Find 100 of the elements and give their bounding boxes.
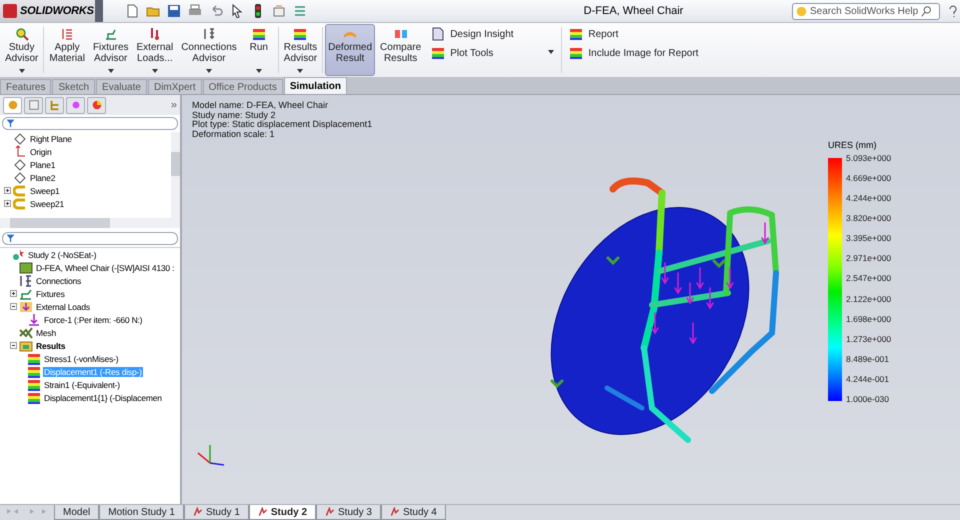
display-tab[interactable]: [87, 96, 106, 114]
graphics-viewport[interactable]: [182, 95, 960, 504]
scrollbar[interactable]: [0, 218, 180, 228]
force-arrow-icon: [27, 312, 41, 326]
search-icon: [921, 6, 932, 16]
document-icon: [431, 27, 446, 41]
tree-item[interactable]: Plane1: [29, 160, 56, 170]
tree-item[interactable]: Force-1 (:Per item: -660 N:): [43, 314, 144, 324]
legend-label: 8.489e-001: [846, 354, 890, 364]
legend-title: URES (mm): [828, 140, 878, 150]
c-shape-icon: [13, 196, 27, 210]
tree-item[interactable]: Stress1 (-vonMises-): [43, 354, 120, 364]
ribbon-button[interactable]: Include Image for Report: [568, 45, 700, 61]
tree-item[interactable]: Displacement1{1} (-Displacemen: [43, 392, 163, 402]
expand-panel-button[interactable]: »: [170, 99, 177, 111]
ribbon-button[interactable]: Design Insight: [430, 26, 556, 42]
command-tab[interactable]: Evaluate: [96, 79, 147, 94]
filter-field[interactable]: [2, 117, 178, 130]
list-icon: [60, 27, 74, 41]
print-icon: [188, 4, 202, 18]
connector-icon: [202, 27, 216, 41]
plot-info-text: Plot type: Static displacement Displacement1: [192, 120, 372, 130]
ribbon-button[interactable]: Compare Results: [377, 24, 424, 76]
legend-label: 3.395e+000: [846, 233, 892, 244]
report-icon: [569, 46, 584, 60]
tree-item[interactable]: Mesh: [35, 328, 57, 338]
command-tab[interactable]: Features: [0, 79, 52, 94]
study-icon: [11, 248, 25, 262]
tree-item[interactable]: Results: [35, 340, 66, 350]
tree-item[interactable]: Plane2: [29, 172, 56, 182]
filter-icon: [6, 119, 15, 128]
compare-icon: [394, 27, 408, 41]
tree-item[interactable]: D-FEA, Wheel Chair (-[SW]AISI 4130 :: [35, 262, 176, 272]
collapse-icon[interactable]: [10, 303, 17, 310]
command-tab[interactable]: DimXpert: [148, 79, 202, 94]
feature-manager-tab[interactable]: [3, 96, 22, 114]
command-tab[interactable]: Office Products: [202, 79, 283, 94]
study-icon: [325, 507, 336, 517]
search-field[interactable]: Search SolidWorks Help: [792, 2, 940, 20]
ribbon-button[interactable]: Connections Advisor: [178, 24, 240, 76]
tree-item[interactable]: Sweep21: [29, 198, 66, 208]
configuration-tab[interactable]: [45, 96, 64, 114]
expand-icon[interactable]: [4, 200, 11, 207]
document-icon: [28, 99, 40, 111]
ribbon-button[interactable]: Plot Tools: [430, 45, 556, 61]
tree-item[interactable]: Strain1 (-Equivalent-): [43, 380, 121, 390]
collapse-icon[interactable]: [10, 342, 17, 349]
tree-item[interactable]: Fixtures: [35, 288, 66, 298]
legend-label: 4.669e+000: [846, 173, 892, 184]
command-tab[interactable]: Sketch: [52, 79, 96, 94]
dimxpert-tab[interactable]: [66, 96, 85, 114]
folder-icon: [19, 338, 33, 352]
expand-icon[interactable]: [4, 187, 11, 194]
study-tab[interactable]: Study 1: [184, 505, 249, 520]
plane-icon: [13, 158, 27, 172]
study-tab[interactable]: Study 3: [316, 505, 381, 520]
plane-icon: [13, 132, 27, 146]
list-icon: [293, 4, 307, 18]
ribbon-button[interactable]: External Loads...: [134, 24, 176, 76]
new-document-icon: [125, 4, 139, 18]
ribbon-button[interactable]: Fixtures Advisor: [90, 24, 132, 76]
expand-icon[interactable]: [10, 290, 17, 297]
plot-tools-icon: [431, 46, 446, 60]
ribbon-button[interactable]: Results Advisor: [280, 24, 320, 76]
property-tab[interactable]: [24, 96, 43, 114]
legend-label: 2.547e+000: [846, 273, 892, 284]
magnifier-icon: [14, 27, 29, 41]
scrollbar[interactable]: [171, 132, 180, 218]
report-icon: [569, 27, 584, 41]
tree-item[interactable]: Study 2 (-NoSEat-): [27, 250, 98, 260]
legend-label: 1.698e+000: [846, 314, 892, 324]
filter-field[interactable]: [2, 232, 178, 245]
window-title: D-FEA, Wheel Chair: [582, 5, 684, 17]
ribbon-button[interactable]: Report: [568, 26, 700, 42]
ribbon-button[interactable]: Study Advisor: [2, 24, 42, 76]
tree-item[interactable]: Origin: [29, 146, 52, 156]
tree-item[interactable]: Sweep1: [29, 186, 61, 196]
legend-label: 1.000e-030: [846, 394, 890, 404]
study-tab[interactable]: Study 4: [380, 505, 446, 520]
tree-item[interactable]: Connections: [35, 276, 82, 286]
ribbon-button[interactable]: Run: [242, 24, 276, 76]
study-tab[interactable]: Model: [54, 505, 100, 520]
origin-icon: [13, 144, 27, 158]
mesh-icon: [19, 326, 33, 340]
results-advisor-icon: [293, 27, 308, 41]
plot-info-text: Deformation scale: 1: [192, 130, 275, 139]
study-icon: [192, 507, 203, 517]
tree-item[interactable]: External Loads: [35, 302, 91, 312]
command-tab[interactable]: Simulation: [284, 77, 347, 94]
connector-icon: [19, 274, 33, 288]
study-tab[interactable]: Study 2: [248, 505, 316, 520]
options-icon: [272, 4, 286, 18]
ribbon-button[interactable]: Apply Material: [46, 24, 88, 76]
ribbon-button[interactable]: Deformed Result: [325, 24, 376, 76]
tree-item[interactable]: Right Plane: [29, 134, 73, 144]
legend-label: 3.820e+000: [846, 213, 892, 224]
result-plot-icon: [27, 378, 41, 392]
legend-label: 4.244e+000: [846, 193, 892, 204]
study-tab[interactable]: Motion Study 1: [99, 505, 184, 520]
color-wheel-icon: [90, 99, 102, 111]
